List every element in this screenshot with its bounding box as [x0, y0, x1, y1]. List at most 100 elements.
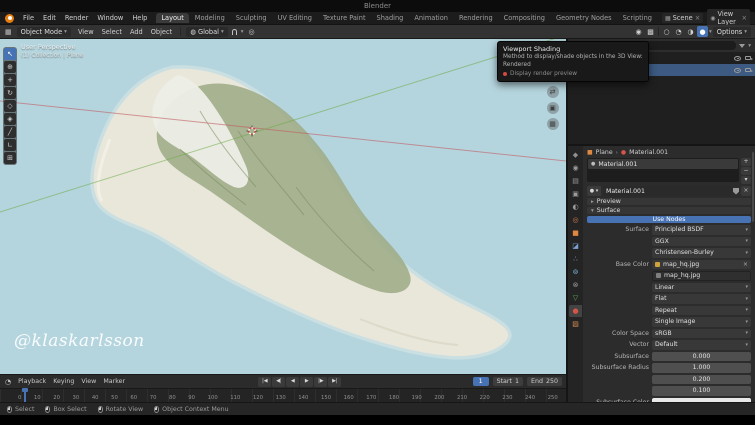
transport-button[interactable]: ▶	[300, 376, 314, 387]
browse-material-button[interactable]: ● ▾	[587, 186, 601, 196]
properties-tab[interactable]: ◉	[569, 162, 582, 174]
properties-tab[interactable]: ●	[569, 305, 582, 317]
workspace-tab[interactable]: Compositing	[499, 13, 550, 23]
property-value[interactable]: sRGB	[652, 328, 751, 338]
properties-tab[interactable]: ◐	[569, 201, 582, 213]
frame-start-field[interactable]: Start 1	[492, 377, 523, 386]
transport-button[interactable]: |◀	[258, 376, 272, 387]
tool-button[interactable]: +	[4, 74, 16, 86]
property-value[interactable]: Flat	[652, 294, 751, 304]
scene-selector[interactable]: ▦ Scene ×	[661, 13, 704, 23]
scene-unlink-icon[interactable]: ×	[695, 14, 701, 22]
property-value[interactable]: Christensen-Burley	[652, 248, 751, 258]
shading-dropdown-icon[interactable]: ▾	[709, 29, 712, 35]
property-value[interactable]: map_hq.jpg	[652, 271, 751, 281]
tool-button[interactable]: ⊞	[4, 152, 16, 164]
outliner-options-icon[interactable]: ▾	[748, 43, 751, 49]
menu-item[interactable]: Window	[93, 13, 127, 23]
frame-end-field[interactable]: End 250	[526, 377, 562, 386]
use-nodes-button[interactable]: Use Nodes	[587, 216, 751, 223]
workspace-tab[interactable]: Layout	[156, 13, 189, 23]
property-value[interactable]: Default	[652, 340, 751, 350]
workspace-tab[interactable]: Geometry Nodes	[551, 13, 617, 23]
menu-item[interactable]: Edit	[39, 13, 60, 23]
editor-type-icon[interactable]: ▦	[4, 28, 13, 36]
property-value[interactable]: Linear	[652, 282, 751, 292]
workspace-tab[interactable]: Scripting	[618, 13, 657, 23]
property-value[interactable]: map_hq.jpg	[652, 259, 751, 269]
properties-tab[interactable]: ◪	[569, 240, 582, 252]
add-slot-button[interactable]: +	[741, 158, 751, 166]
viewport-menu-item[interactable]: Add	[127, 27, 146, 37]
snap-dropdown-icon[interactable]: ▾	[241, 29, 244, 35]
property-value[interactable]: 0.100	[652, 386, 751, 396]
property-value[interactable]: Principled BSDF	[652, 225, 751, 235]
material-name-field[interactable]: Material.001	[603, 186, 731, 196]
shading-rendered-icon[interactable]: ●	[697, 26, 709, 37]
hide-in-viewport-icon[interactable]	[734, 67, 741, 73]
property-value[interactable]: 0.200	[652, 374, 751, 384]
workspace-tab[interactable]: Texture Paint	[318, 13, 371, 23]
properties-tab[interactable]: ▨	[569, 318, 582, 330]
menu-item[interactable]: Help	[128, 13, 151, 23]
property-value[interactable]: 1.000	[652, 363, 751, 373]
timeline-menu-item[interactable]: Playback	[16, 378, 48, 385]
property-value[interactable]: 0.000	[652, 351, 751, 361]
timeline-menu-item[interactable]: View	[79, 378, 98, 385]
fake-user-shield-icon[interactable]	[733, 187, 739, 195]
timeline-menu-item[interactable]: Keying	[51, 378, 76, 385]
shading-wireframe-icon[interactable]: ○	[661, 26, 672, 37]
tool-button[interactable]: ⊕	[4, 61, 16, 73]
surface-section-header[interactable]: ▾ Surface	[587, 207, 751, 214]
workspace-tab[interactable]: Modeling	[190, 13, 230, 23]
properties-tab[interactable]: ▤	[569, 175, 582, 187]
properties-tab[interactable]: ▣	[569, 188, 582, 200]
properties-tab[interactable]: ∴	[569, 253, 582, 265]
playhead[interactable]	[22, 388, 28, 402]
timeline-ruler[interactable]: 0 10 20 30 40 50 60 70 80 90 100 110 120 130 140 150 160…	[0, 388, 566, 402]
property-value[interactable]: Single Image	[652, 317, 751, 327]
perspective-toggle-icon[interactable]: ▦	[546, 118, 559, 130]
proportional-editing-icon[interactable]: ◎	[248, 28, 256, 36]
transport-button[interactable]: ◀|	[272, 376, 286, 387]
unlink-material-button[interactable]: ×	[741, 186, 751, 196]
timeline-editor-icon[interactable]: ◔	[4, 378, 12, 386]
transport-button[interactable]: ▶|	[328, 376, 342, 387]
tool-button[interactable]: ↻	[4, 87, 16, 99]
property-value[interactable]: Repeat	[652, 305, 751, 315]
properties-tab[interactable]: ⊗	[569, 279, 582, 291]
tool-button[interactable]: ∟	[4, 139, 16, 151]
viewport-menu-item[interactable]: View	[75, 27, 97, 37]
tool-button[interactable]: ◇	[4, 100, 16, 112]
material-slot[interactable]: ● Material.001	[588, 159, 738, 169]
current-frame-field[interactable]: 1	[472, 377, 489, 386]
properties-tab[interactable]: ◎	[569, 214, 582, 226]
properties-tab[interactable]: ◆	[569, 149, 582, 161]
workspace-tab[interactable]: Shading	[372, 13, 409, 23]
material-slot-list[interactable]: ● Material.001	[587, 158, 739, 182]
3d-viewport[interactable]: ↖ ⊕ + ↻ ◇ ◈ ╱ ∟ ⊞ User Perspective (1) Collectio…	[0, 39, 566, 374]
workspace-tab[interactable]: Sculpting	[231, 13, 272, 23]
property-value[interactable]: GGX	[652, 236, 751, 246]
menu-item[interactable]: Render	[61, 13, 92, 23]
workspace-tab[interactable]: Animation	[409, 13, 453, 23]
disable-in-render-icon[interactable]	[745, 56, 753, 60]
slot-specials-button[interactable]: ▾	[741, 176, 751, 184]
disable-in-render-icon[interactable]	[745, 68, 753, 72]
blender-logo-icon[interactable]	[5, 13, 14, 23]
tool-button[interactable]: ↖	[4, 48, 16, 60]
transform-orientation[interactable]: ◍ Global ▾	[186, 26, 228, 37]
tool-button[interactable]: ◈	[4, 113, 16, 125]
properties-tab[interactable]: ▽	[569, 292, 582, 304]
pan-icon[interactable]: ⇄	[546, 86, 559, 98]
viewport-menu-item[interactable]: Object	[148, 27, 175, 37]
camera-view-icon[interactable]: ▣	[546, 102, 559, 114]
timeline-menu-item[interactable]: Marker	[101, 378, 127, 385]
hide-in-viewport-icon[interactable]	[734, 55, 741, 61]
preview-section-header[interactable]: ▸ Preview	[587, 198, 751, 205]
workspace-tab[interactable]: Rendering	[454, 13, 498, 23]
workspace-tab[interactable]: UV Editing	[273, 13, 317, 23]
snap-magnet-icon[interactable]	[231, 28, 237, 35]
properties-scrollbar[interactable]	[752, 152, 754, 222]
viewport-menu-item[interactable]: Select	[99, 27, 125, 37]
